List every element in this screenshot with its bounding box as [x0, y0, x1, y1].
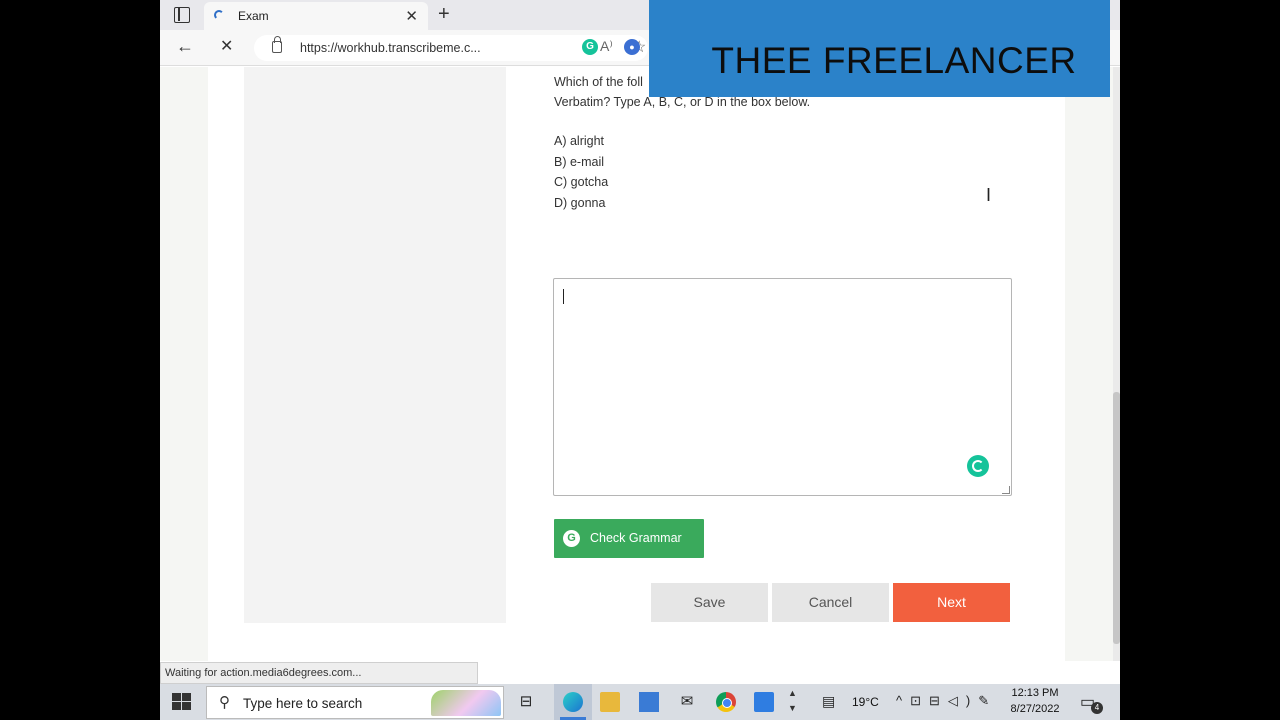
next-button[interactable]: Next	[893, 583, 1010, 622]
plus-icon[interactable]: +	[438, 3, 450, 26]
mail-icon[interactable]: ✉	[677, 692, 697, 712]
scroll-thumb[interactable]	[1113, 392, 1120, 644]
option-b: B) e-mail	[554, 154, 605, 169]
taskbar: ⚲ Type here to search ⊟ ✉ ▲ ▼ ▤ 19°C ^⊡⊟◁…	[160, 684, 1120, 720]
check-grammar-button[interactable]: G Check Grammar	[554, 519, 704, 558]
lock-icon[interactable]	[272, 36, 282, 53]
exam-card: Which of the foll Verbatim? Type A, B, C…	[208, 67, 1065, 661]
chrome-icon[interactable]	[716, 692, 736, 712]
cancel-button[interactable]: Cancel	[772, 583, 889, 622]
folder-icon[interactable]	[600, 692, 620, 712]
check-grammar-label: Check Grammar	[590, 531, 682, 545]
page-scrollbar[interactable]	[1113, 67, 1120, 661]
tab-actions-icon[interactable]	[174, 7, 190, 23]
screen: Exam ✕ + ← ✕ https://workhub.transcribem…	[160, 0, 1120, 720]
close-icon[interactable]: ✕	[405, 7, 418, 25]
clock-time[interactable]: 12:13 PM	[1004, 687, 1066, 699]
answer-options: A) alright B) e-mail C) gotcha D) gonna	[554, 131, 608, 213]
option-c: C) gotcha	[554, 175, 609, 189]
taskbar-search[interactable]: ⚲ Type here to search	[206, 686, 504, 719]
extension-icon[interactable]: ●	[624, 39, 640, 55]
read-aloud-icon[interactable]: A⁾	[600, 38, 613, 55]
back-arrow-icon[interactable]: ←	[176, 36, 194, 57]
store-icon[interactable]	[639, 692, 659, 712]
tab-exam[interactable]: Exam ✕	[204, 2, 428, 30]
option-d: D) gonna	[554, 195, 606, 210]
answer-textarea[interactable]	[553, 278, 1012, 496]
search-icon: ⚲	[219, 694, 230, 711]
edge-icon[interactable]	[563, 692, 583, 712]
page-content: Which of the foll Verbatim? Type A, B, C…	[160, 67, 1120, 661]
loading-icon	[214, 10, 224, 20]
weather-icon[interactable]: ▤	[822, 693, 835, 710]
option-a: A) alright	[554, 134, 605, 148]
task-view-icon[interactable]: ⊟	[516, 692, 536, 712]
save-button[interactable]: Save	[651, 583, 768, 622]
tab-title: Exam	[238, 9, 269, 23]
temperature[interactable]: 19°C	[852, 695, 879, 709]
search-placeholder: Type here to search	[243, 696, 363, 711]
grammarly-extension-icon[interactable]: G	[582, 39, 598, 55]
chevron-icon[interactable]: ▲ ▼	[788, 686, 797, 716]
clock-date[interactable]: 8/27/2022	[1004, 703, 1066, 715]
remote-desktop-icon[interactable]	[754, 692, 774, 712]
grammarly-icon: G	[563, 530, 580, 547]
system-tray-icons[interactable]: ^⊡⊟◁)✎	[896, 693, 997, 709]
search-highlight-image	[431, 690, 501, 716]
url-text: https://workhub.transcribeme.c...	[300, 41, 481, 55]
windows-start-icon[interactable]	[172, 693, 192, 711]
overlay-banner: THEE FREELANCER	[649, 0, 1110, 97]
banner-text: THEE FREELANCER	[711, 40, 1077, 81]
status-bar: Waiting for action.media6degrees.com...	[160, 662, 478, 684]
notification-count: 4	[1091, 702, 1103, 714]
side-panel	[244, 67, 506, 623]
mouse-ibeam-cursor: I	[986, 185, 992, 205]
stop-icon[interactable]: ✕	[220, 36, 233, 56]
